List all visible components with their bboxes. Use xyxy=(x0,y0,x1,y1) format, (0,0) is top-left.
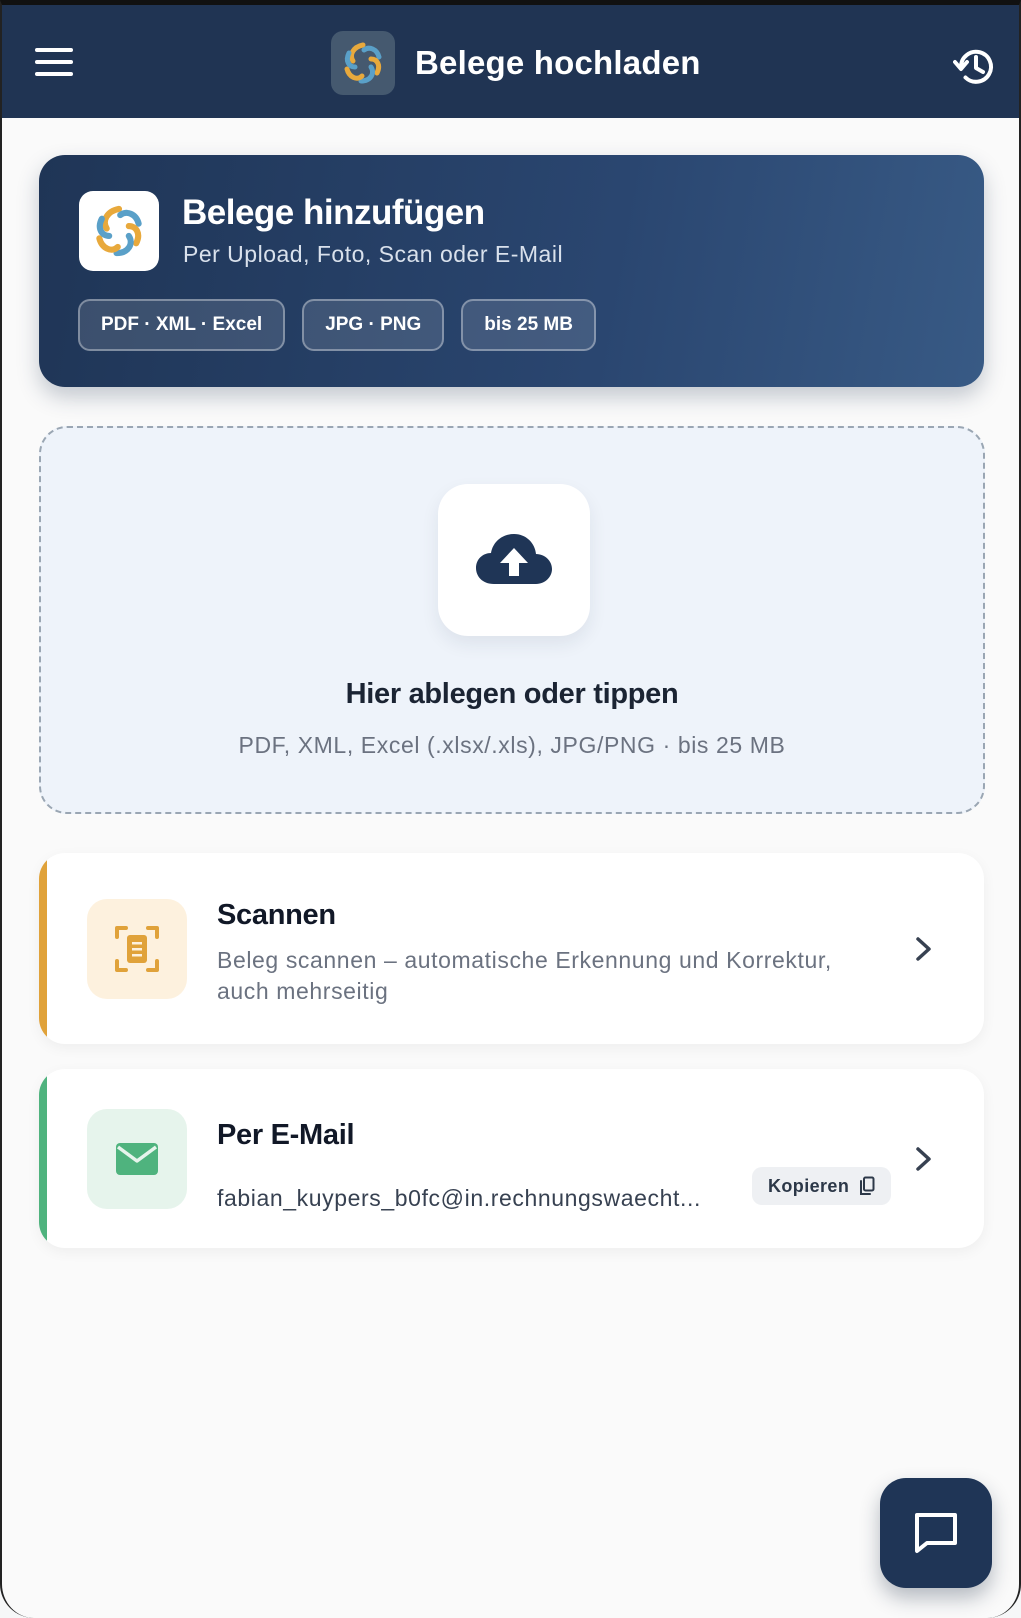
page-title: Belege hochladen xyxy=(415,44,701,81)
accent-bar xyxy=(39,1069,47,1248)
format-chips: PDF · XML · Excel JPG · PNG bis 25 MB xyxy=(78,299,596,351)
mail-icon xyxy=(87,1109,187,1209)
dropzone-subtitle: PDF, XML, Excel (.xlsx/.xls), JPG/PNG · … xyxy=(238,732,786,758)
copy-label: Kopieren xyxy=(768,1175,850,1196)
history-icon xyxy=(953,49,993,84)
dropzone-title: Hier ablegen oder tippen xyxy=(345,678,679,710)
history-button[interactable] xyxy=(953,45,997,89)
accent-bar xyxy=(39,853,47,1044)
menu-icon-line xyxy=(35,48,73,52)
chat-button[interactable] xyxy=(880,1478,992,1588)
app-frame: Belege hochladen Belege hinzufügen Per U… xyxy=(0,0,1021,1618)
chat-icon xyxy=(915,1513,957,1553)
menu-icon-line xyxy=(35,60,73,64)
upload-dropzone[interactable]: Hier ablegen oder tippen PDF, XML, Excel… xyxy=(39,426,985,814)
cloud-upload-icon xyxy=(476,534,552,584)
upload-tile xyxy=(438,484,590,636)
email-address: fabian_kuypers_b0fc@in.rechnungswaecht..… xyxy=(217,1185,701,1211)
menu-icon-line xyxy=(35,72,73,76)
copy-button[interactable]: Kopieren xyxy=(752,1167,892,1205)
scan-description: Beleg scannen – automatische Erkennung u… xyxy=(217,947,832,1004)
chevron-right-icon xyxy=(916,937,931,961)
app-logo-icon xyxy=(79,191,159,271)
size-chip: bis 25 MB xyxy=(461,299,596,351)
scan-title: Scannen xyxy=(217,899,336,931)
scan-option[interactable]: Scannen Beleg scannen – automatische Erk… xyxy=(39,853,984,1044)
app-logo-icon xyxy=(331,31,395,95)
copy-icon xyxy=(860,1176,875,1195)
format-chip: PDF · XML · Excel xyxy=(78,299,286,351)
menu-button[interactable] xyxy=(35,48,73,78)
format-chip: JPG · PNG xyxy=(302,299,445,351)
scan-icon xyxy=(87,899,187,999)
hero-subtitle: Per Upload, Foto, Scan oder E-Mail xyxy=(183,241,564,267)
brand: Belege hochladen xyxy=(331,31,701,95)
email-option[interactable]: Per E-Mail fabian_kuypers_b0fc@in.rechnu… xyxy=(39,1069,984,1248)
chevron-right-icon xyxy=(916,1147,931,1171)
hero-card: Belege hinzufügen Per Upload, Foto, Scan… xyxy=(39,155,984,387)
app-bar: Belege hochladen xyxy=(2,5,1019,118)
email-title: Per E-Mail xyxy=(217,1119,355,1151)
hero-title: Belege hinzufügen xyxy=(182,193,485,232)
